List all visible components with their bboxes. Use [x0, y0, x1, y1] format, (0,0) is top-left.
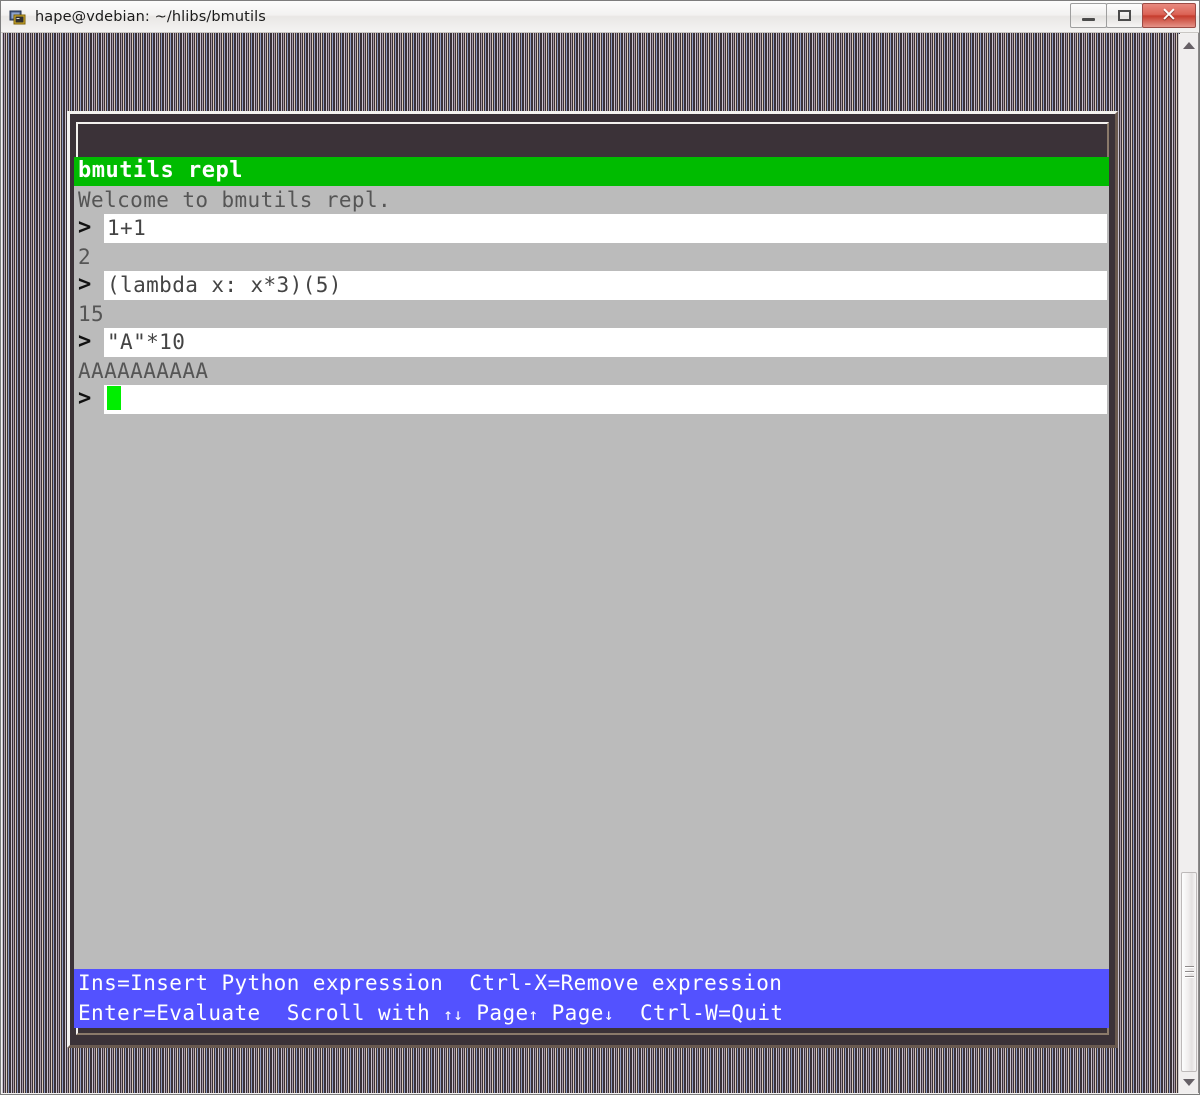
minimize-icon [1082, 17, 1095, 21]
minimize-button[interactable] [1070, 3, 1107, 28]
hint-page-down: Page [551, 1000, 604, 1025]
hint-scroll: Scroll with [286, 1000, 431, 1025]
scroll-up-arrow-icon [1182, 41, 1195, 49]
hint-quit: Ctrl-W=Quit [639, 1000, 784, 1025]
hint-insert: Ins=Insert Python expression [78, 971, 444, 995]
text-cursor [107, 386, 121, 410]
page-down-arrow-icon: ↓ [603, 1004, 614, 1024]
vertical-scrollbar[interactable] [1178, 34, 1198, 1093]
maximize-button[interactable] [1106, 3, 1143, 28]
repl-welcome-line: Welcome to bmutils repl. [74, 185, 1109, 214]
page-up-arrow-icon: ↑ [528, 1004, 539, 1024]
scrollbar-grip-icon [1184, 966, 1194, 978]
repl-active-input-row[interactable]: > [74, 385, 1109, 414]
repl-status-bar: Ins=Insert Python expression Ctrl-X=Remo… [74, 969, 1109, 1028]
titlebar-left-group: hape@vdebian: ~/hlibs/bmutils [9, 1, 266, 32]
repl-output-row: 2 [74, 242, 1109, 271]
repl-input-row[interactable]: > "A"*10 [74, 328, 1109, 357]
repl-output-row: AAAAAAAAAA [74, 356, 1109, 385]
repl-input-field[interactable]: "A"*10 [104, 328, 1107, 357]
terminal-window: hape@vdebian: ~/hlibs/bmutils ✕ bmutils … [0, 0, 1200, 1095]
window-title-text: hape@vdebian: ~/hlibs/bmutils [35, 8, 266, 25]
maximize-icon [1118, 10, 1131, 21]
repl-output-row: 15 [74, 299, 1109, 328]
prompt-marker: > [74, 214, 104, 243]
hint-evaluate: Enter=Evaluate [78, 1000, 261, 1025]
close-icon: ✕ [1161, 4, 1177, 26]
repl-input-row[interactable]: > (lambda x: x*3)(5) [74, 271, 1109, 300]
scroll-up-button[interactable] [1179, 36, 1198, 54]
scroll-down-arrow-icon [1182, 1078, 1195, 1086]
window-right-edge [1198, 33, 1199, 1093]
prompt-marker: > [74, 271, 104, 300]
scroll-arrows-icon: ↑↓ [443, 1004, 464, 1024]
terminal-client-area[interactable]: bmutils repl Welcome to bmutils repl. > … [2, 33, 1180, 1093]
repl-active-input-field[interactable] [104, 385, 1107, 414]
close-button[interactable]: ✕ [1142, 3, 1196, 28]
repl-input-row[interactable]: > 1+1 [74, 214, 1109, 243]
window-titlebar[interactable]: hape@vdebian: ~/hlibs/bmutils ✕ [1, 1, 1199, 33]
window-controls: ✕ [1070, 3, 1196, 29]
scrollbar-thumb[interactable] [1181, 872, 1197, 1072]
terminal-icon [9, 8, 27, 26]
repl-input-field[interactable]: 1+1 [104, 214, 1107, 243]
hint-page-up: Page [476, 1000, 529, 1025]
repl-title-bar: bmutils repl [74, 157, 1109, 186]
status-line-1: Ins=Insert Python expression Ctrl-X=Remo… [74, 969, 1109, 999]
repl-pane[interactable]: bmutils repl Welcome to bmutils repl. > … [74, 157, 1109, 1027]
prompt-marker: > [74, 385, 104, 414]
scroll-down-button[interactable] [1179, 1073, 1198, 1091]
status-line-2: Enter=Evaluate Scroll with ↑↓ Page↑ Page… [74, 999, 1109, 1029]
prompt-marker: > [74, 328, 104, 357]
repl-input-field[interactable]: (lambda x: x*3)(5) [104, 271, 1107, 300]
hint-remove: Ctrl-X=Remove expression [469, 971, 783, 995]
